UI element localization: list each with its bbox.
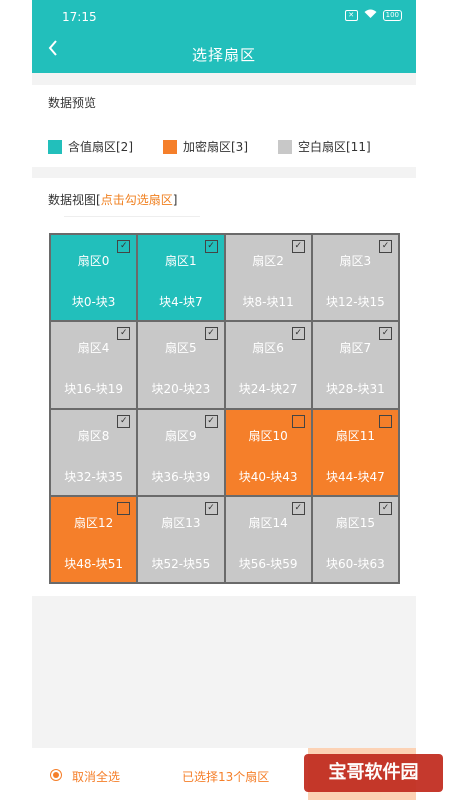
legend-label: 含值扇区[2] <box>68 140 133 154</box>
legend-swatch-teal <box>48 139 62 154</box>
sector-cell[interactable]: 扇区2 块8-块11 ✓ <box>224 234 312 322</box>
sector-name: 扇区11 <box>335 428 376 443</box>
sector-name: 扇区8 <box>77 428 110 443</box>
sector-cell[interactable]: 扇区8 块32-块35 ✓ <box>50 408 138 496</box>
sector-cell[interactable]: 扇区7 块28-块31 ✓ <box>311 321 399 409</box>
legend-item-value: 含值扇区[2] <box>48 138 133 155</box>
legend-item-blank: 空白扇区[11] <box>278 138 371 155</box>
checkbox-checked-icon[interactable]: ✓ <box>117 327 131 341</box>
sector-name: 扇区0 <box>77 254 110 268</box>
sector-block-range: 块56-块59 <box>238 556 298 571</box>
view-title-suffix: ] <box>172 193 178 207</box>
checkbox-checked-icon[interactable]: ✓ <box>117 240 131 253</box>
preview-title: 数据预览 <box>48 96 97 110</box>
checkbox-checked-icon[interactable]: ✓ <box>204 501 218 515</box>
checkbox-empty-icon[interactable] <box>117 501 131 515</box>
view-title-prefix: 数据视图[ <box>48 193 101 207</box>
checkbox-checked-icon[interactable]: ✓ <box>204 327 218 341</box>
sector-name: 扇区5 <box>165 341 197 356</box>
checkbox-checked-icon[interactable]: ✓ <box>291 327 305 341</box>
wifi-icon <box>364 9 377 22</box>
checkbox-checked-icon[interactable]: ✓ <box>379 327 392 341</box>
sector-cell[interactable]: 扇区4 块16-块19 ✓ <box>50 321 138 409</box>
data-preview-card: 数据预览 含值扇区[2] 加密扇区[3] 空白扇区[11] <box>32 85 416 167</box>
sector-block-range: 块44-块47 <box>325 469 385 484</box>
sector-block-range: 块20-块23 <box>151 382 211 397</box>
sector-name: 扇区4 <box>77 341 110 356</box>
sector-cell[interactable]: 扇区5 块20-块23 ✓ <box>137 321 225 409</box>
sector-block-range: 块48-块51 <box>64 556 124 571</box>
legend-item-encrypted: 加密扇区[3] <box>163 138 248 155</box>
sector-cell[interactable]: 扇区11 块44-块47 <box>311 408 399 496</box>
sector-cell[interactable]: 扇区14 块56-块59 ✓ <box>224 495 312 583</box>
checkbox-checked-icon[interactable]: ✓ <box>291 501 305 515</box>
sector-cell[interactable]: 扇区0 块0-块3 ✓ <box>50 234 138 322</box>
selected-count: 已选择13个扇区 <box>182 770 270 784</box>
sector-cell[interactable]: 扇区3 块12-块15 ✓ <box>311 234 399 322</box>
legend-swatch-gray <box>278 139 292 154</box>
sector-block-range: 块0-块3 <box>71 295 116 309</box>
sector-block-range: 块52-块55 <box>151 556 211 571</box>
sector-block-range: 块60-块63 <box>325 556 385 571</box>
sector-name: 扇区2 <box>252 254 284 268</box>
legend-swatch-orange <box>163 139 177 154</box>
sector-cell[interactable]: 扇区1 块4-块7 ✓ <box>137 234 225 322</box>
sector-block-range: 块12-块15 <box>325 295 385 309</box>
checkbox-empty-icon[interactable] <box>291 414 305 428</box>
checkbox-checked-icon[interactable]: ✓ <box>379 240 392 253</box>
select-sectors-link[interactable]: 点击勾选扇区 <box>101 193 173 207</box>
sector-block-range: 块28-块31 <box>325 382 385 397</box>
checkbox-checked-icon[interactable]: ✓ <box>291 240 305 253</box>
checkbox-checked-icon[interactable]: ✓ <box>117 414 131 428</box>
sector-cell[interactable]: 扇区13 块52-块55 ✓ <box>137 495 225 583</box>
sim-icon: ✕ <box>344 10 358 21</box>
sector-cell[interactable]: 扇区9 块36-块39 ✓ <box>137 408 225 496</box>
sector-block-range: 块40-块43 <box>238 469 298 484</box>
legend: 含值扇区[2] 加密扇区[3] 空白扇区[11] <box>48 138 371 155</box>
deselect-all-radio[interactable] <box>50 769 62 781</box>
sector-block-range: 块24-块27 <box>238 382 298 397</box>
checkbox-checked-icon[interactable]: ✓ <box>204 240 218 253</box>
sector-name: 扇区6 <box>252 341 284 356</box>
battery-icon: 100 <box>382 10 402 21</box>
phone-screen: 17:15 ✕ 100 选择扇区 数据预览 含值扇区[2] 加密扇区[3] 空白… <box>32 0 416 800</box>
sector-block-range: 块16-块19 <box>64 382 124 397</box>
sector-block-range: 块8-块11 <box>242 295 294 309</box>
status-icons: ✕ 100 <box>344 9 402 22</box>
watermark: 宝哥软件园 <box>304 754 443 792</box>
page-title: 选择扇区 <box>191 46 256 64</box>
sector-name: 扇区7 <box>339 341 372 356</box>
sector-name: 扇区3 <box>339 254 372 268</box>
sector-cell[interactable]: 扇区10 块40-块43 <box>224 408 312 496</box>
sector-block-range: 块32-块35 <box>64 469 124 484</box>
view-title: 数据视图[点击勾选扇区] <box>48 191 177 208</box>
sector-cell[interactable]: 扇区6 块24-块27 ✓ <box>224 321 312 409</box>
sector-name: 扇区12 <box>73 515 114 530</box>
sector-name: 扇区15 <box>335 515 376 530</box>
sector-name: 扇区13 <box>161 515 201 530</box>
divider <box>64 216 200 217</box>
checkbox-empty-icon[interactable] <box>379 414 392 428</box>
sector-block-range: 块4-块7 <box>159 295 203 309</box>
app-header: 17:15 ✕ 100 选择扇区 <box>32 0 416 73</box>
sector-name: 扇区10 <box>248 428 288 443</box>
legend-label: 加密扇区[3] <box>183 140 248 154</box>
sector-name: 扇区1 <box>165 254 197 268</box>
checkbox-checked-icon[interactable]: ✓ <box>204 414 218 428</box>
data-view-card: 数据视图[点击勾选扇区] 扇区0 块0-块3 ✓ 扇区1 块4-块7 ✓ 扇区2 块8-块11… <box>32 178 416 596</box>
sector-cell[interactable]: 扇区15 块60-块63 ✓ <box>311 495 399 583</box>
sector-block-range: 块36-块39 <box>151 469 211 484</box>
legend-label: 空白扇区[11] <box>298 140 371 154</box>
checkbox-checked-icon[interactable]: ✓ <box>379 501 392 515</box>
deselect-all-button[interactable]: 取消全选 <box>72 768 120 785</box>
sector-grid: 扇区0 块0-块3 ✓ 扇区1 块4-块7 ✓ 扇区2 块8-块11 ✓ 扇区3 块12-块15 ✓ 扇… <box>49 233 400 584</box>
sector-cell[interactable]: 扇区12 块48-块51 <box>50 495 138 583</box>
sector-name: 扇区9 <box>165 428 197 443</box>
status-time: 17:15 <box>62 10 97 24</box>
sector-name: 扇区14 <box>248 515 288 530</box>
